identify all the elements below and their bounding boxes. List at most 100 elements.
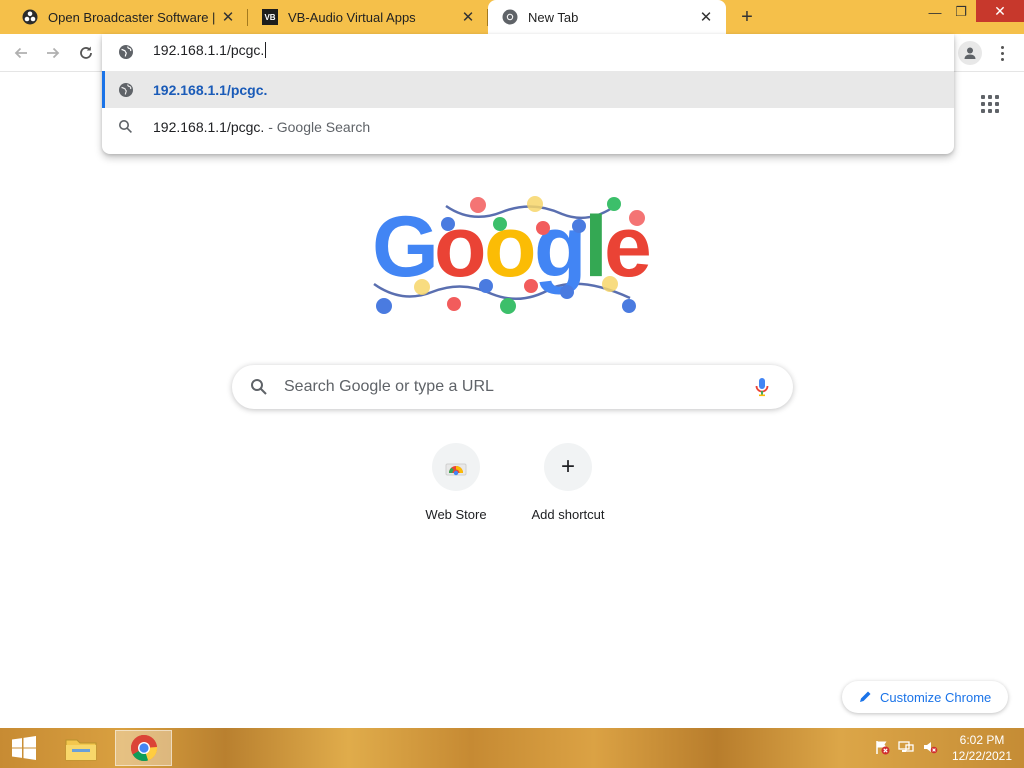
profile-avatar[interactable]: [958, 41, 982, 65]
clock-date: 12/22/2021: [951, 749, 1013, 763]
windows-logo-icon: [12, 736, 36, 760]
doodle-letter-g: G: [372, 199, 439, 295]
chrome-menu-button[interactable]: [994, 41, 1010, 65]
tray-volume-icon[interactable]: [921, 738, 939, 756]
light-bulb-icon: [622, 299, 636, 313]
chrome-icon: [502, 9, 518, 25]
light-bulb-icon: [629, 210, 645, 226]
tray-network-icon[interactable]: [897, 738, 915, 756]
windows-taskbar: 6:02 PM 12/22/2021: [0, 728, 1024, 768]
google-search-box[interactable]: Search Google or type a URL: [232, 365, 793, 409]
tab-close-icon[interactable]: ✕: [696, 7, 716, 27]
omnibox-suggestion[interactable]: 192.168.1.1/pcgc.: [102, 71, 954, 108]
light-bulb-icon: [479, 279, 493, 293]
back-arrow-icon: [14, 47, 27, 59]
light-bulb-icon: [536, 221, 550, 235]
tab-title: New Tab: [528, 9, 579, 25]
shortcut-label: Web Store: [425, 507, 487, 522]
flag-alert-icon: [876, 741, 890, 755]
apps-dot-icon: [995, 102, 999, 106]
start-button[interactable]: [6, 734, 42, 762]
tab-close-icon[interactable]: ✕: [458, 7, 478, 27]
light-bulb-icon: [527, 196, 543, 212]
shortcut-add[interactable]: + Add shortcut: [512, 443, 624, 533]
suggestion-text: 192.168.1.1/pcgc. - Google Search: [153, 119, 370, 135]
folder-icon: [65, 739, 97, 761]
new-tab-button[interactable]: +: [736, 6, 758, 28]
svg-text:VB: VB: [264, 13, 275, 22]
shortcut-tile: +: [544, 443, 592, 491]
forward-button[interactable]: [40, 40, 66, 66]
google-apps-button[interactable]: [981, 95, 999, 113]
tray-action-center-icon[interactable]: [873, 738, 891, 756]
light-bulb-icon: [441, 217, 455, 231]
tab-close-icon[interactable]: ✕: [218, 7, 238, 27]
apps-dot-icon: [988, 109, 992, 113]
doodle-letter-o: o: [434, 199, 487, 295]
tab-new-tab[interactable]: New Tab ✕: [488, 0, 726, 34]
light-bulb-icon: [414, 279, 430, 295]
chrome-logo-icon: [130, 734, 157, 762]
apps-dot-icon: [988, 102, 992, 106]
omnibox-suggestion[interactable]: 192.168.1.1/pcgc. - Google Search: [102, 108, 954, 145]
back-button[interactable]: [8, 40, 34, 66]
reload-icon: [80, 46, 92, 59]
globe-icon: [119, 45, 133, 59]
customize-label: Customize Chrome: [880, 689, 992, 705]
taskbar-chrome[interactable]: [115, 730, 172, 766]
suggestion-suffix: - Google Search: [264, 119, 371, 135]
clock-time: 6:02 PM: [959, 733, 1005, 747]
light-bulb-icon: [470, 197, 486, 213]
shortcut-web-store[interactable]: Web Store: [400, 443, 512, 533]
light-bulb-icon: [376, 298, 392, 314]
web-store-icon: [445, 463, 467, 476]
light-bulb-icon: [560, 285, 574, 299]
apps-dot-icon: [981, 102, 985, 106]
apps-dot-icon: [995, 95, 999, 99]
person-icon: [964, 47, 976, 59]
close-window-button[interactable]: ✕: [976, 0, 1024, 22]
omnibox-text: 192.168.1.1/pcgc.: [153, 42, 265, 58]
light-bulb-icon: [607, 197, 621, 211]
plus-icon: +: [560, 453, 575, 480]
suggestion-query: 192.168.1.1/pcgc.: [153, 119, 265, 135]
tab-vb-audio[interactable]: VB VB-Audio Virtual Apps ✕: [248, 0, 488, 34]
light-bulb-icon: [500, 298, 516, 314]
taskbar-clock[interactable]: 6:02 PM 12/22/2021: [948, 732, 1016, 764]
volume-muted-icon: [924, 742, 938, 754]
shortcut-tile: [432, 443, 480, 491]
apps-dot-icon: [981, 109, 985, 113]
omnibox[interactable]: 192.168.1.1/pcgc.: [102, 34, 954, 70]
reload-button[interactable]: [73, 40, 99, 66]
search-placeholder: Search Google or type a URL: [284, 378, 494, 395]
light-bulb-icon: [602, 276, 618, 292]
menu-dot-icon: [1000, 57, 1004, 61]
globe-icon: [119, 83, 133, 97]
tab-obs[interactable]: Open Broadcaster Software | OBS ✕: [8, 0, 248, 34]
customize-chrome-button[interactable]: Customize Chrome: [842, 681, 1008, 713]
apps-dot-icon: [981, 95, 985, 99]
pencil-icon: [860, 691, 871, 702]
network-icon: [898, 741, 914, 752]
forward-arrow-icon: [47, 47, 60, 59]
light-bulb-icon: [524, 279, 538, 293]
search-icon: [251, 379, 267, 395]
light-bulb-icon: [447, 297, 461, 311]
omnibox-input[interactable]: 192.168.1.1/pcgc.: [153, 42, 267, 58]
suggestion-text: 192.168.1.1/pcgc.: [153, 82, 268, 98]
doodle-letter-g: g: [534, 199, 587, 295]
light-bulb-icon: [493, 217, 507, 231]
light-bulb-icon: [572, 219, 586, 233]
google-doodle[interactable]: G o o g l e: [362, 188, 662, 318]
microphone-icon[interactable]: [754, 376, 770, 398]
apps-dot-icon: [995, 109, 999, 113]
vb-audio-icon: VB: [262, 9, 278, 25]
search-icon: [119, 120, 132, 133]
apps-dot-icon: [988, 95, 992, 99]
taskbar-file-explorer[interactable]: [56, 730, 106, 766]
restore-button[interactable]: ❐: [946, 0, 976, 24]
tab-strip: Open Broadcaster Software | OBS ✕ VB VB-…: [0, 0, 1024, 34]
text-caret: [265, 42, 267, 58]
tab-title: VB-Audio Virtual Apps: [288, 9, 416, 25]
tab-title: Open Broadcaster Software | OBS: [48, 9, 218, 25]
